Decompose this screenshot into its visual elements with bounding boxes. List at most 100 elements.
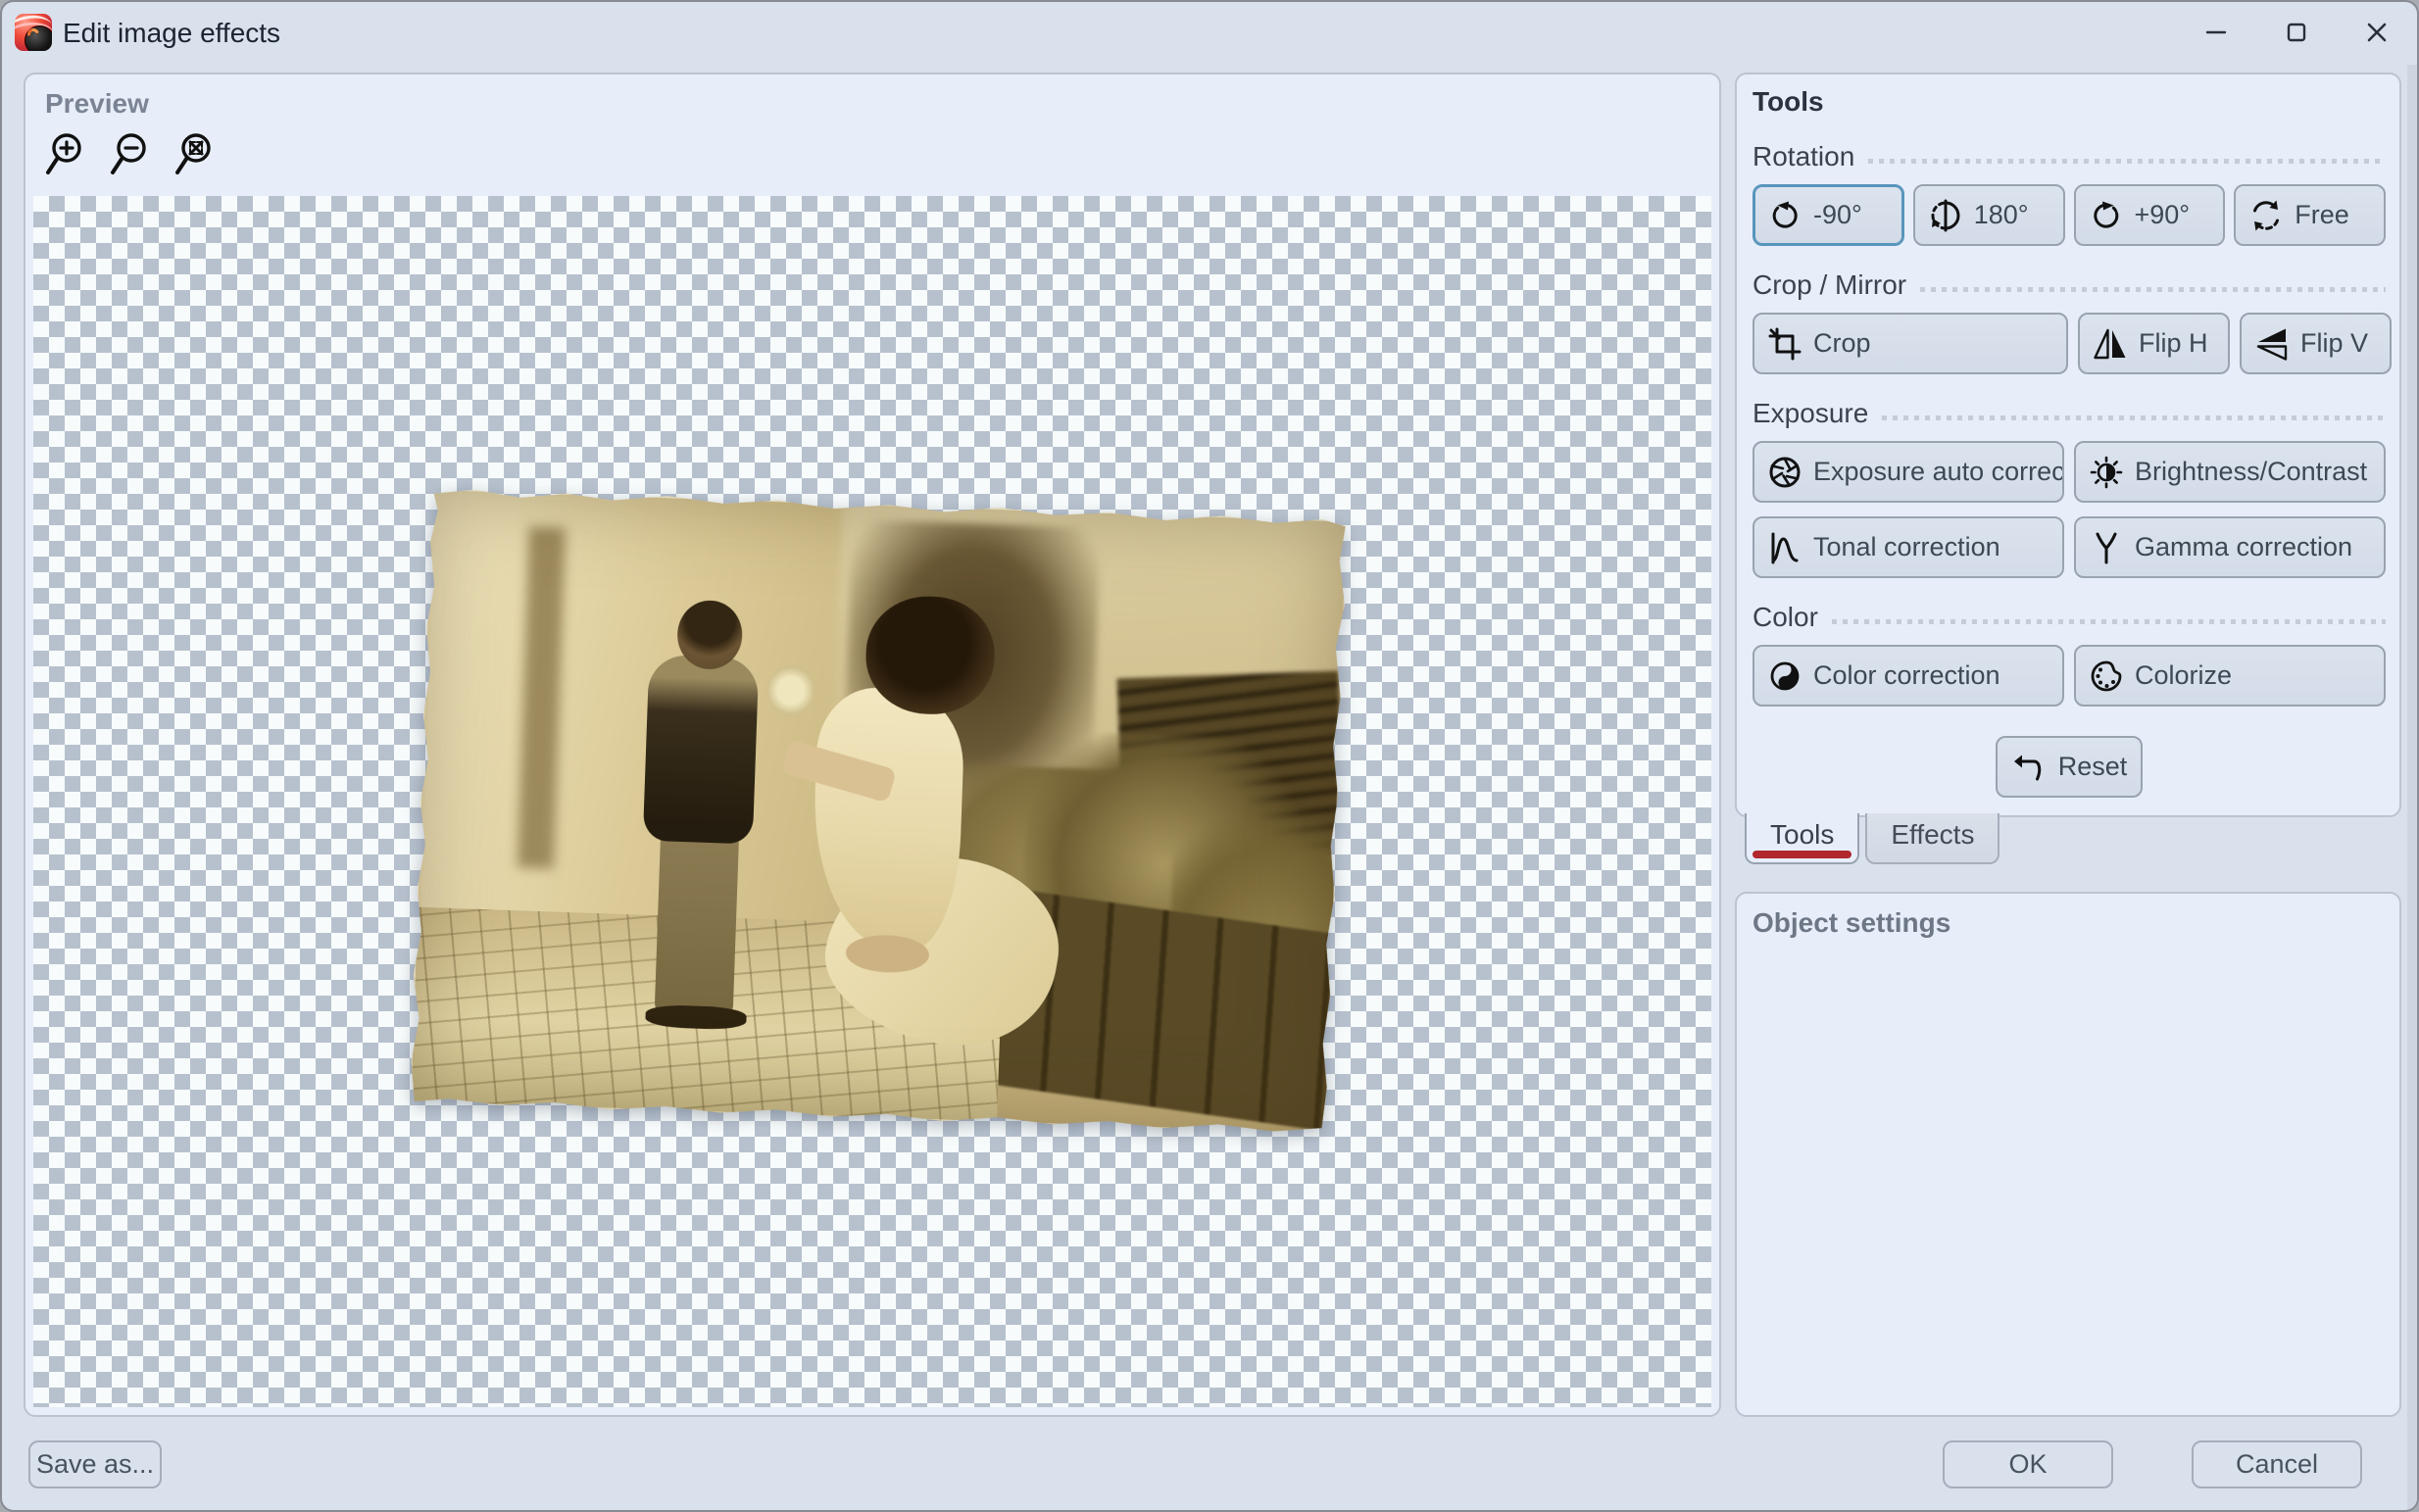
preview-title: Preview [45, 88, 149, 120]
maximize-button[interactable] [2256, 2, 2337, 63]
reset-button[interactable]: Reset [1996, 736, 2143, 798]
gamma-correction-button[interactable]: Gamma correction [2074, 516, 2386, 578]
preview-photo[interactable] [407, 486, 1350, 1137]
tab-effects-label: Effects [1891, 819, 1974, 850]
crop-mirror-section-header: Crop / Mirror [1753, 269, 2386, 301]
crop-mirror-label: Crop / Mirror [1753, 269, 1906, 301]
flip-vertical-label: Flip V [2300, 328, 2368, 359]
tab-tools-label: Tools [1770, 819, 1834, 850]
zoom-out-button[interactable] [108, 129, 157, 182]
save-as-label: Save as... [36, 1449, 154, 1480]
color-correction-label: Color correction [1813, 660, 2000, 691]
crop-label: Crop [1813, 328, 1871, 359]
save-as-button[interactable]: Save as... [28, 1440, 162, 1488]
object-settings-title: Object settings [1753, 907, 2384, 939]
object-settings-panel: Object settings [1735, 892, 2401, 1417]
preview-zoom-toolbar [43, 129, 222, 182]
app-icon [15, 14, 52, 51]
cancel-button[interactable]: Cancel [2192, 1440, 2362, 1488]
rotate-cw-button[interactable]: +90° [2074, 184, 2226, 246]
ok-button[interactable]: OK [1943, 1440, 2113, 1488]
exposure-label: Exposure [1753, 398, 1868, 429]
zoom-in-button[interactable] [43, 129, 92, 182]
exposure-button-row-2: Tonal correction Gamma correction [1753, 516, 2386, 578]
preview-canvas[interactable] [33, 196, 1711, 1407]
tonal-correction-button[interactable]: Tonal correction [1753, 516, 2064, 578]
rotate-180-button[interactable]: 180° [1913, 184, 2065, 246]
dotted-divider [1920, 287, 2386, 292]
photo-image [407, 486, 1350, 1137]
rotate-180-icon [1927, 197, 1964, 234]
crop-button[interactable]: Crop [1753, 313, 2068, 374]
rotation-section-header: Rotation [1753, 141, 2386, 172]
minimize-button[interactable] [2176, 2, 2256, 63]
rotate-cw-icon [2088, 197, 2125, 234]
flip-vertical-icon [2253, 325, 2291, 363]
color-section-header: Color [1753, 602, 2386, 633]
rotate-180-label: 180° [1974, 200, 2029, 230]
rotation-button-row: -90° 180° +90° [1753, 184, 2386, 246]
tools-effects-tabs: Tools Effects [1745, 813, 1999, 864]
zoom-fit-icon [173, 129, 222, 182]
tools-panel: Tools Rotation -90° [1735, 73, 2401, 817]
rotation-label: Rotation [1753, 141, 1854, 172]
crop-icon [1766, 325, 1803, 363]
brightness-contrast-icon [2088, 454, 2125, 491]
exposure-section-header: Exposure [1753, 398, 2386, 429]
color-balance-icon [1766, 658, 1803, 695]
colorize-label: Colorize [2135, 660, 2232, 691]
tonal-correction-label: Tonal correction [1813, 532, 2000, 562]
tab-effects[interactable]: Effects [1865, 813, 1999, 864]
close-button[interactable] [2337, 2, 2417, 63]
cancel-label: Cancel [2236, 1449, 2318, 1480]
reset-row: Reset [1753, 736, 2386, 798]
exposure-auto-correction-button[interactable]: Exposure auto correction [1753, 441, 2064, 503]
undo-icon [2011, 749, 2049, 786]
flip-horizontal-label: Flip H [2139, 328, 2208, 359]
photo-vignette [407, 486, 1350, 1137]
window-controls [2176, 2, 2417, 63]
colorize-button[interactable]: Colorize [2074, 645, 2386, 707]
dotted-divider [1882, 415, 2386, 420]
rotate-cw-label: +90° [2135, 200, 2191, 230]
rotate-ccw-icon [1766, 197, 1803, 234]
tab-tools[interactable]: Tools [1745, 813, 1859, 864]
flip-horizontal-icon [2092, 325, 2129, 363]
dotted-divider [1832, 619, 2386, 624]
ok-label: OK [2008, 1449, 2047, 1480]
color-button-row: Color correction Colorize [1753, 645, 2386, 707]
palette-icon [2088, 658, 2125, 695]
window-title: Edit image effects [63, 18, 280, 49]
exposure-button-row-1: Exposure auto correction Brightness/Cont… [1753, 441, 2386, 503]
exposure-auto-correction-label: Exposure auto correction [1813, 457, 2064, 487]
minimize-icon [2204, 21, 2228, 44]
active-tab-indicator [1753, 851, 1851, 858]
color-label: Color [1753, 602, 1818, 633]
maximize-icon [2285, 21, 2308, 44]
close-icon [2365, 21, 2389, 44]
rotate-free-button[interactable]: Free [2234, 184, 2386, 246]
window-edge [2407, 65, 2417, 1510]
gamma-correction-label: Gamma correction [2135, 532, 2352, 562]
brightness-contrast-label: Brightness/Contrast [2135, 457, 2367, 487]
crop-mirror-button-row: Crop Flip H Flip V [1753, 313, 2386, 374]
brightness-contrast-button[interactable]: Brightness/Contrast [2074, 441, 2386, 503]
reset-label: Reset [2058, 752, 2128, 782]
titlebar: Edit image effects [2, 2, 2417, 63]
rotate-ccw-label: -90° [1813, 200, 1862, 230]
zoom-in-icon [43, 129, 92, 182]
zoom-out-icon [108, 129, 157, 182]
rotate-ccw-button[interactable]: -90° [1753, 184, 1904, 246]
rotate-free-icon [2247, 197, 2285, 234]
histogram-icon [1766, 529, 1803, 566]
flip-vertical-button[interactable]: Flip V [2240, 313, 2392, 374]
color-correction-button[interactable]: Color correction [1753, 645, 2064, 707]
flip-horizontal-button[interactable]: Flip H [2078, 313, 2230, 374]
preview-panel: Preview [24, 73, 1721, 1417]
dotted-divider [1868, 159, 2386, 164]
zoom-fit-button[interactable] [173, 129, 222, 182]
rotate-free-label: Free [2295, 200, 2349, 230]
edit-image-effects-dialog: Edit image effects Preview [0, 0, 2419, 1512]
tools-title: Tools [1753, 86, 2386, 118]
gamma-icon [2088, 529, 2125, 566]
